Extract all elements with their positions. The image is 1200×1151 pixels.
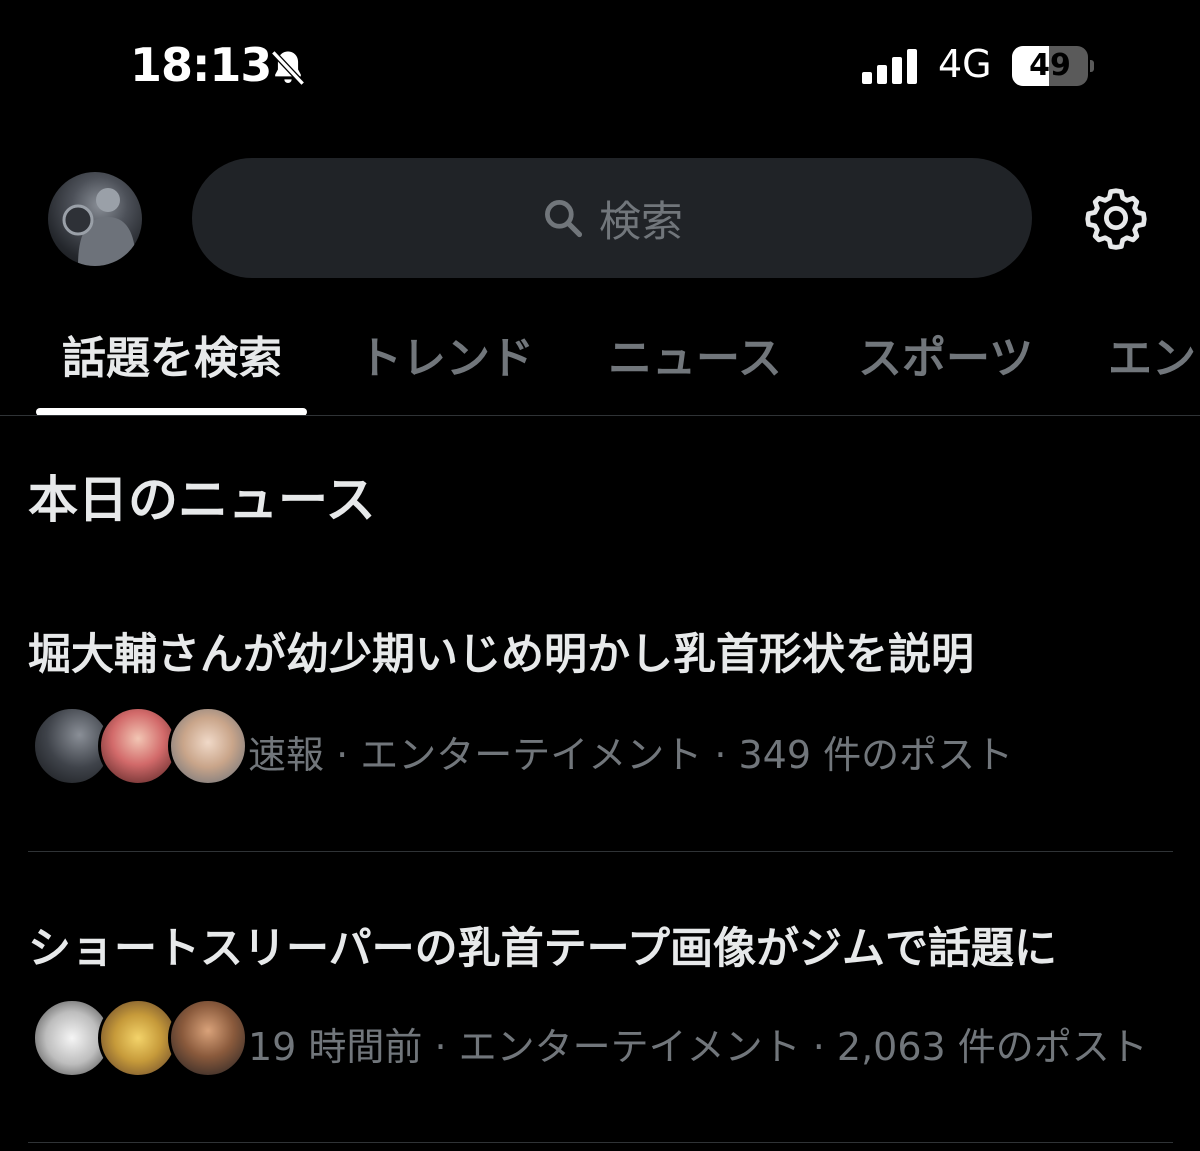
battery-body: 49 [1012,46,1088,86]
news-meta: 19 時間前 · エンターテイメント · 2,063 件のポスト [248,1025,1148,1069]
news-headline[interactable]: 堀大輔さんが幼少期いじめ明かし乳首形状を説明 [28,620,974,682]
search-icon [545,200,583,238]
status-bar: 18:13 4G 49 [0,0,1200,130]
bell-slash-icon [271,50,305,86]
network-type: 4G [938,42,992,86]
gear-icon[interactable] [1084,186,1148,250]
section-title: 本日のニュース [28,471,376,529]
avatar [98,998,178,1078]
news-item[interactable]: 堀大輔さんが幼少期いじめ明かし乳首形状を説明 速報 · エンターテイメント · … [0,620,1200,852]
profile-avatar[interactable] [48,172,142,266]
cellular-signal-icon [862,49,917,84]
avatar [168,998,248,1078]
active-tab-indicator [36,408,307,415]
battery-nub [1090,60,1094,72]
tab-entertainment[interactable]: エン [1108,322,1196,386]
news-meta: 速報 · エンターテイメント · 349 件のポスト [248,733,1014,777]
tab-news[interactable]: ニュース [608,322,782,386]
avatar-stack [32,998,248,1078]
status-time: 18:13 [130,38,272,92]
news-item[interactable]: ショートスリーパーの乳首テープ画像がジムで話題に 19 時間前 · エンターテイ… [0,914,1200,1142]
avatar-stack [32,706,248,786]
battery-percent: 49 [1029,48,1071,83]
avatar [98,706,178,786]
divider [28,1142,1173,1143]
tab-trends[interactable]: トレンド [358,322,534,386]
tab-trending-search[interactable]: 話題を検索 [62,322,282,386]
battery-indicator: 49 [1012,46,1094,86]
tab-sports[interactable]: スポーツ [858,322,1033,386]
profile-avatar-image [62,188,136,266]
search-bar[interactable]: 検索 [192,158,1032,278]
avatar [168,706,248,786]
divider [28,851,1173,852]
explore-header: 検索 [0,150,1200,290]
search-input[interactable]: 検索 [599,188,683,249]
explore-tabs: 話題を検索 トレンド ニュース スポーツ エン [0,300,1200,416]
news-headline[interactable]: ショートスリーパーの乳首テープ画像がジムで話題に [28,914,1057,976]
